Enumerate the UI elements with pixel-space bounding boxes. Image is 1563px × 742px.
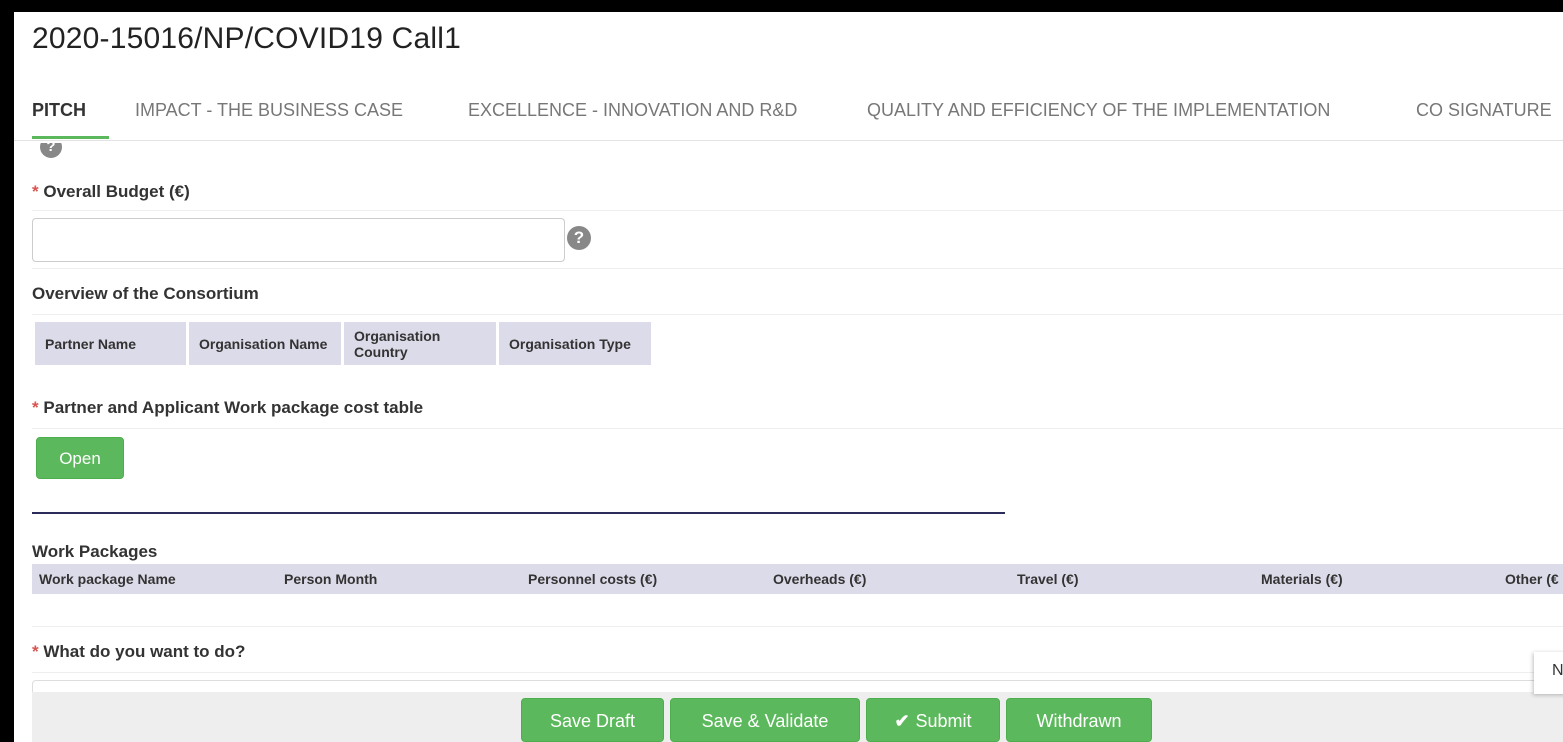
overall-budget-input[interactable] <box>32 218 565 262</box>
column-header-person-month: Person Month <box>284 571 378 587</box>
active-tab-indicator <box>32 136 109 139</box>
checkmark-icon: ✔ <box>894 711 910 731</box>
cost-table-label-text: Partner and Applicant Work package cost … <box>43 398 424 417</box>
column-header-travel: Travel (€) <box>1017 571 1079 587</box>
open-cost-table-button[interactable]: Open <box>36 437 124 479</box>
column-header-organisation-type: Organisation Type <box>499 322 651 365</box>
question-label: * What do you want to do? <box>32 642 245 662</box>
work-packages-title: Work Packages <box>32 542 158 561</box>
work-packages-table-header: Work package Name Person Month Personnel… <box>32 564 1563 594</box>
side-popup[interactable]: N <box>1534 652 1563 694</box>
tab-excellence[interactable]: EXCELLENCE - INNOVATION AND R&D <box>468 100 797 121</box>
column-header-other: Other (€ <box>1505 571 1559 587</box>
divider <box>32 626 1563 627</box>
column-header-work-package-name: Work package Name <box>39 571 176 587</box>
divider <box>32 210 1563 211</box>
tab-co-signature[interactable]: CO SIGNATURE <box>1416 100 1552 121</box>
required-marker: * <box>32 642 39 661</box>
divider <box>32 268 1563 269</box>
consortium-table: Partner Name Organisation Name Organisat… <box>32 322 654 365</box>
submit-button-label: Submit <box>915 711 972 731</box>
overall-budget-label-text: Overall Budget (€) <box>43 182 190 201</box>
tab-pitch[interactable]: PITCH <box>32 100 86 121</box>
divider <box>32 314 1563 315</box>
tab-quality-efficiency[interactable]: QUALITY AND EFFICIENCY OF THE IMPLEMENTA… <box>867 100 1330 121</box>
consortium-title: Overview of the Consortium <box>32 284 259 303</box>
application-form-window: 2020-15016/NP/COVID19 Call1 PITCH IMPACT… <box>14 12 1563 742</box>
question-label-text: What do you want to do? <box>43 642 246 661</box>
column-header-organisation-country: Organisation Country <box>344 322 496 365</box>
column-header-organisation-name: Organisation Name <box>189 322 341 365</box>
column-header-materials: Materials (€) <box>1261 571 1343 587</box>
column-header-personnel-costs: Personnel costs (€) <box>528 571 658 587</box>
required-marker: * <box>32 182 39 201</box>
section-separator <box>32 512 1005 514</box>
overall-budget-label: * Overall Budget (€) <box>32 182 190 202</box>
save-draft-button[interactable]: Save Draft <box>521 698 664 742</box>
cost-table-label: * Partner and Applicant Work package cos… <box>32 398 423 418</box>
tab-bar: PITCH IMPACT - THE BUSINESS CASE EXCELLE… <box>14 94 1563 141</box>
question-circle-icon[interactable]: ? <box>567 226 591 250</box>
required-marker: * <box>32 398 39 417</box>
save-validate-button[interactable]: Save & Validate <box>670 698 860 742</box>
withdrawn-button[interactable]: Withdrawn <box>1006 698 1152 742</box>
page-title: 2020-15016/NP/COVID19 Call1 <box>32 22 461 55</box>
column-header-overheads: Overheads (€) <box>773 571 867 587</box>
tab-impact[interactable]: IMPACT - THE BUSINESS CASE <box>135 100 403 121</box>
column-header-partner-name: Partner Name <box>35 322 186 365</box>
divider <box>32 672 1563 673</box>
divider <box>32 428 1563 429</box>
submit-button[interactable]: ✔ Submit <box>866 698 1000 742</box>
